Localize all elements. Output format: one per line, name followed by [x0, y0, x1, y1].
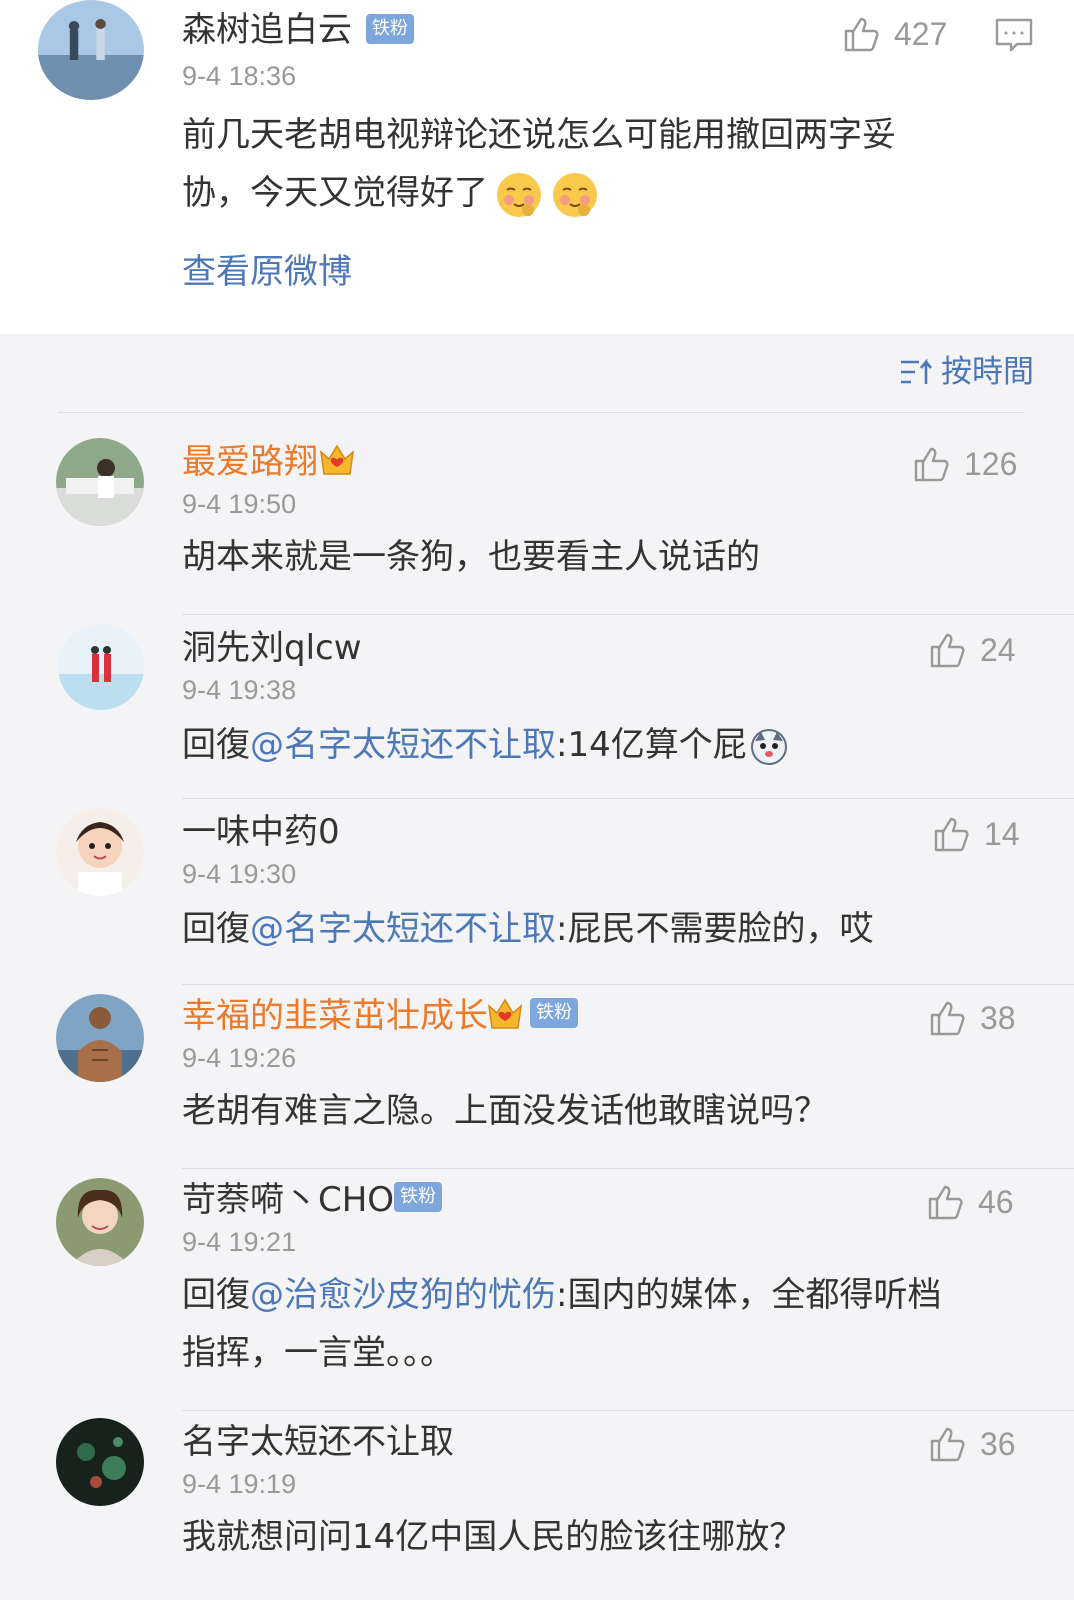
reply-prefix: 回復	[182, 909, 250, 949]
avatar[interactable]	[56, 994, 144, 1082]
like-button[interactable]: 126	[912, 442, 1017, 486]
timestamp: 9-4 19:30	[182, 859, 297, 889]
comment-text: 我就想问问14亿中国人民的脸该往哪放？	[182, 1517, 804, 1557]
username[interactable]: 森树追白云	[182, 10, 352, 50]
comment-text: 胡本来就是一条狗，也要看主人说话的	[182, 537, 760, 577]
crown-icon	[487, 998, 523, 1029]
username[interactable]: 洞先刘qlcw	[182, 628, 362, 668]
post-text-line2: 协，今天又觉得好了	[182, 173, 488, 213]
divider	[182, 1410, 1074, 1411]
fan-badge: 铁粉	[394, 1182, 442, 1212]
username[interactable]: 最爱路翔	[182, 442, 318, 482]
like-count: 46	[978, 1183, 1014, 1220]
divider	[58, 412, 1024, 413]
thumbs-up-icon	[914, 447, 949, 482]
avatar[interactable]	[56, 1178, 144, 1266]
view-original-link[interactable]: 查看原微博	[182, 252, 352, 292]
blushing-emoji-icon	[553, 172, 597, 217]
reply-prefix: 回復	[182, 1275, 250, 1315]
comment-text: 回復@名字太短还不让取:屁民不需要脸的，哎	[182, 900, 873, 958]
like-count: 427	[894, 15, 948, 52]
comment-text: 回復@名字太短还不让取:14亿算个屁	[182, 716, 789, 774]
mention-link[interactable]: @名字太短还不让取	[250, 725, 556, 765]
avatar[interactable]	[56, 1418, 144, 1506]
crown-icon	[319, 444, 355, 475]
root-post: 森树追白云 铁粉 9-4 18:36 427 前几天老胡电视辩论还说怎么可能用撤…	[0, 0, 1074, 334]
username[interactable]: 名字太短还不让取	[182, 1422, 454, 1462]
blushing-emoji-icon	[497, 172, 541, 217]
like-count: 24	[980, 631, 1016, 668]
like-button[interactable]: 24	[928, 628, 1016, 672]
fan-badge: 铁粉	[366, 14, 414, 44]
thumbs-up-icon	[844, 17, 879, 52]
username[interactable]: 一味中药0	[182, 812, 340, 852]
comment-text: 回復@治愈沙皮狗的忧伤:国内的媒体，全都得听档 指挥，一言堂。。。	[182, 1266, 1022, 1382]
reply-text: :14亿算个屁	[556, 725, 747, 765]
reply-prefix: 回復	[182, 725, 250, 765]
comment-text-line: 回復@治愈沙皮狗的忧伤:国内的媒体，全都得听档	[182, 1266, 1022, 1324]
thumbs-up-icon	[930, 1427, 965, 1462]
fan-badge: 铁粉	[530, 998, 578, 1028]
thumbs-up-icon	[930, 1001, 965, 1036]
timestamp: 9-4 19:26	[182, 1043, 297, 1073]
mention-link[interactable]: @名字太短还不让取	[250, 909, 556, 949]
username[interactable]: 苛萘嗬丶CHO	[182, 1180, 394, 1220]
divider	[182, 798, 1074, 799]
like-button[interactable]: 46	[926, 1180, 1014, 1224]
thumbs-up-icon	[928, 1185, 963, 1220]
post-text: 前几天老胡电视辩论还说怎么可能用撤回两字妥 协，今天又觉得好了	[182, 106, 1022, 222]
comment-icon[interactable]	[994, 16, 1034, 56]
thumbs-up-icon	[934, 817, 969, 852]
username[interactable]: 幸福的韭菜茁壮成长	[182, 996, 488, 1036]
post-text-line: 前几天老胡电视辩论还说怎么可能用撤回两字妥	[182, 115, 896, 155]
like-button[interactable]: 36	[928, 1422, 1016, 1466]
reply-text: :国内的媒体，全都得听档	[556, 1275, 942, 1315]
reply-text: :屁民不需要脸的，哎	[556, 909, 874, 949]
mention-link[interactable]: @治愈沙皮狗的忧伤	[250, 1275, 556, 1315]
sort-label: 按時間	[941, 354, 1034, 390]
like-count: 14	[984, 815, 1020, 852]
timestamp: 9-4 18:36	[182, 61, 297, 91]
like-count: 36	[980, 1425, 1016, 1462]
like-count: 38	[980, 999, 1016, 1036]
timestamp: 9-4 19:38	[182, 675, 297, 705]
like-button[interactable]: 14	[932, 812, 1020, 856]
sort-icon	[901, 358, 932, 384]
avatar[interactable]	[56, 808, 144, 896]
like-button[interactable]: 38	[928, 996, 1016, 1040]
comment-text-line: 指挥，一言堂。。。	[182, 1333, 454, 1373]
divider	[182, 984, 1074, 985]
comment-text: 老胡有难言之隐。上面没发话他敢瞎说吗？	[182, 1091, 828, 1131]
like-button[interactable]: 427	[842, 12, 947, 56]
like-count: 126	[964, 445, 1018, 482]
avatar[interactable]	[56, 438, 144, 526]
divider	[182, 614, 1074, 615]
post-text-line: 协，今天又觉得好了	[182, 164, 1022, 222]
divider	[182, 1168, 1074, 1169]
husky-emoji-icon	[750, 728, 787, 765]
timestamp: 9-4 19:50	[182, 489, 297, 519]
avatar[interactable]	[38, 0, 144, 100]
timestamp: 9-4 19:19	[182, 1469, 297, 1499]
avatar[interactable]	[58, 624, 144, 710]
sort-toggle[interactable]: 按時間	[899, 352, 1034, 392]
thumbs-up-icon	[930, 633, 965, 668]
timestamp: 9-4 19:21	[182, 1227, 297, 1257]
